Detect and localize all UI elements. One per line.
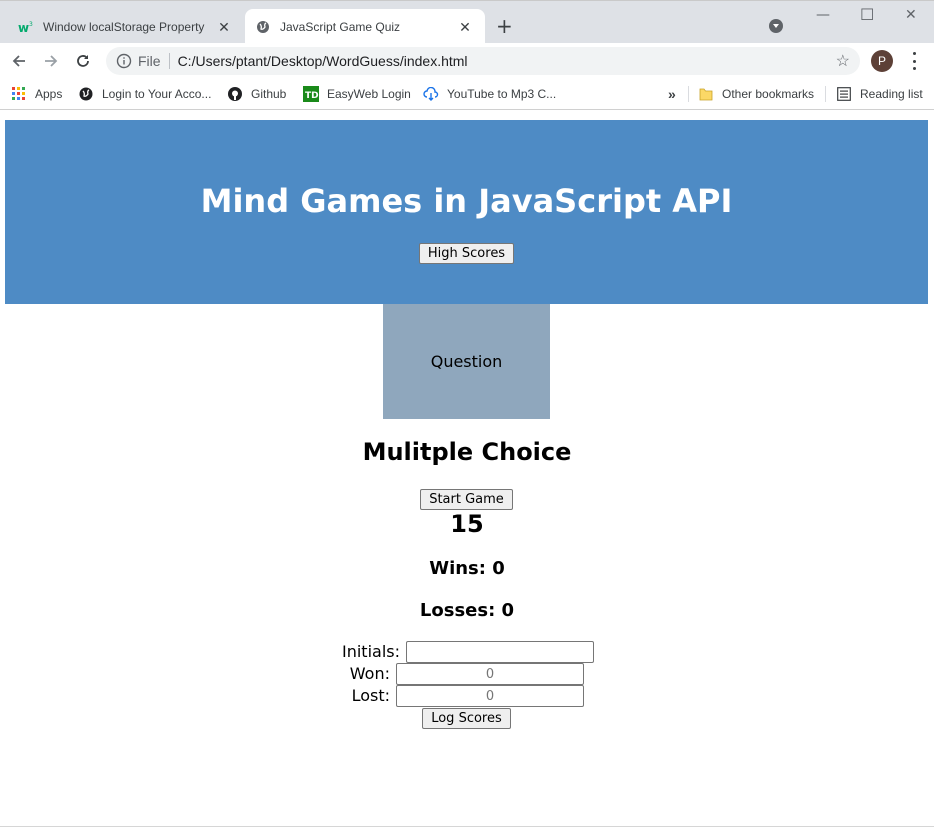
won-input[interactable] [396, 663, 584, 685]
window-close-icon[interactable]: ✕ [905, 7, 917, 23]
forward-icon[interactable] [40, 50, 62, 72]
divider [825, 86, 826, 102]
new-tab-icon[interactable]: + [496, 15, 513, 37]
browser-menu-icon[interactable] [907, 52, 921, 70]
github-icon [227, 86, 243, 102]
bookmark-label: Apps [35, 87, 63, 101]
folder-icon [698, 86, 714, 102]
wins-count: Wins: 0 [429, 558, 505, 579]
td-bank-icon: TD [303, 86, 319, 102]
tab-strip: w3 Window localStorage Property ✕ JavaSc… [0, 0, 934, 44]
profile-avatar[interactable]: P [871, 50, 893, 72]
divider [688, 86, 689, 102]
high-scores-button[interactable]: High Scores [419, 243, 514, 264]
back-icon[interactable] [8, 50, 30, 72]
page-title: Mind Games in JavaScript API [200, 182, 733, 220]
chevron-double-right-icon: » [668, 86, 676, 102]
bookmark-easyweb[interactable]: TD EasyWeb Login [303, 85, 411, 103]
tab-title: JavaScript Game Quiz [280, 19, 401, 34]
maximize-icon[interactable]: ☐ [860, 5, 874, 24]
tab-javascript-game-quiz[interactable]: JavaScript Game Quiz ✕ [245, 9, 485, 44]
info-icon[interactable] [116, 53, 132, 69]
reload-icon[interactable] [72, 50, 94, 72]
bookmark-login[interactable]: Login to Your Acco... [78, 85, 211, 103]
minimize-icon[interactable]: — [816, 7, 830, 23]
won-label: Won: [349, 664, 390, 683]
log-scores-button[interactable]: Log Scores [422, 708, 511, 729]
svg-text:3: 3 [29, 21, 33, 28]
initials-label: Initials: [342, 642, 400, 661]
browser-toolbar: File C:/Users/ptant/Desktop/WordGuess/in… [0, 43, 934, 79]
bookmark-label: EasyWeb Login [327, 87, 411, 101]
w3schools-icon: w3 [18, 19, 34, 35]
address-bar[interactable]: File C:/Users/ptant/Desktop/WordGuess/in… [106, 47, 860, 75]
multiple-choice-heading: Mulitple Choice [362, 438, 572, 466]
svg-text:w: w [18, 21, 29, 34]
timer: 15 [450, 510, 484, 538]
bookmark-label: Login to Your Acco... [102, 87, 212, 101]
divider [0, 826, 934, 827]
question-text: Question [430, 352, 503, 371]
bookmark-label: YouTube to Mp3 C... [447, 87, 557, 101]
lost-input[interactable] [396, 685, 584, 707]
svg-text:TD: TD [305, 91, 319, 101]
bookmark-apps[interactable]: Apps [11, 85, 62, 103]
close-tab-icon[interactable]: ✕ [216, 19, 232, 35]
bookmark-other[interactable]: Other bookmarks [698, 85, 814, 103]
url-text[interactable]: C:/Users/ptant/Desktop/WordGuess/index.h… [178, 53, 836, 69]
apps-grid-icon [11, 86, 27, 102]
url-scheme: File [138, 53, 161, 69]
bookmark-label: Github [251, 87, 287, 101]
bookmark-star-icon[interactable]: ☆ [836, 51, 850, 71]
bookmark-label: Reading list [860, 87, 923, 101]
bookmarks-bar: Apps Login to Your Acco... Github TD Eas… [0, 79, 934, 110]
lost-label: Lost: [351, 686, 390, 705]
reading-list-icon [836, 86, 852, 102]
bookmark-youtube-mp3[interactable]: YouTube to Mp3 C... [423, 85, 556, 103]
bookmarks-overflow-button[interactable]: » [668, 85, 676, 103]
close-tab-icon[interactable]: ✕ [457, 19, 473, 35]
tab-title: Window localStorage Property [43, 19, 205, 34]
bookmark-github[interactable]: Github [227, 85, 286, 103]
start-game-button[interactable]: Start Game [420, 489, 513, 510]
tab-search-icon[interactable] [769, 19, 783, 33]
reading-list-button[interactable]: Reading list [836, 85, 923, 103]
page-header: Mind Games in JavaScript API High Scores [5, 120, 928, 304]
initials-input[interactable] [406, 641, 594, 663]
globe-icon [255, 19, 271, 35]
losses-count: Losses: 0 [419, 600, 515, 621]
divider [168, 53, 170, 69]
question-box: Question [383, 304, 550, 419]
tab-window-localstorage[interactable]: w3 Window localStorage Property ✕ [8, 9, 244, 44]
bookmark-label: Other bookmarks [722, 87, 815, 101]
globe-icon [78, 86, 94, 102]
cloud-download-icon [423, 86, 439, 102]
